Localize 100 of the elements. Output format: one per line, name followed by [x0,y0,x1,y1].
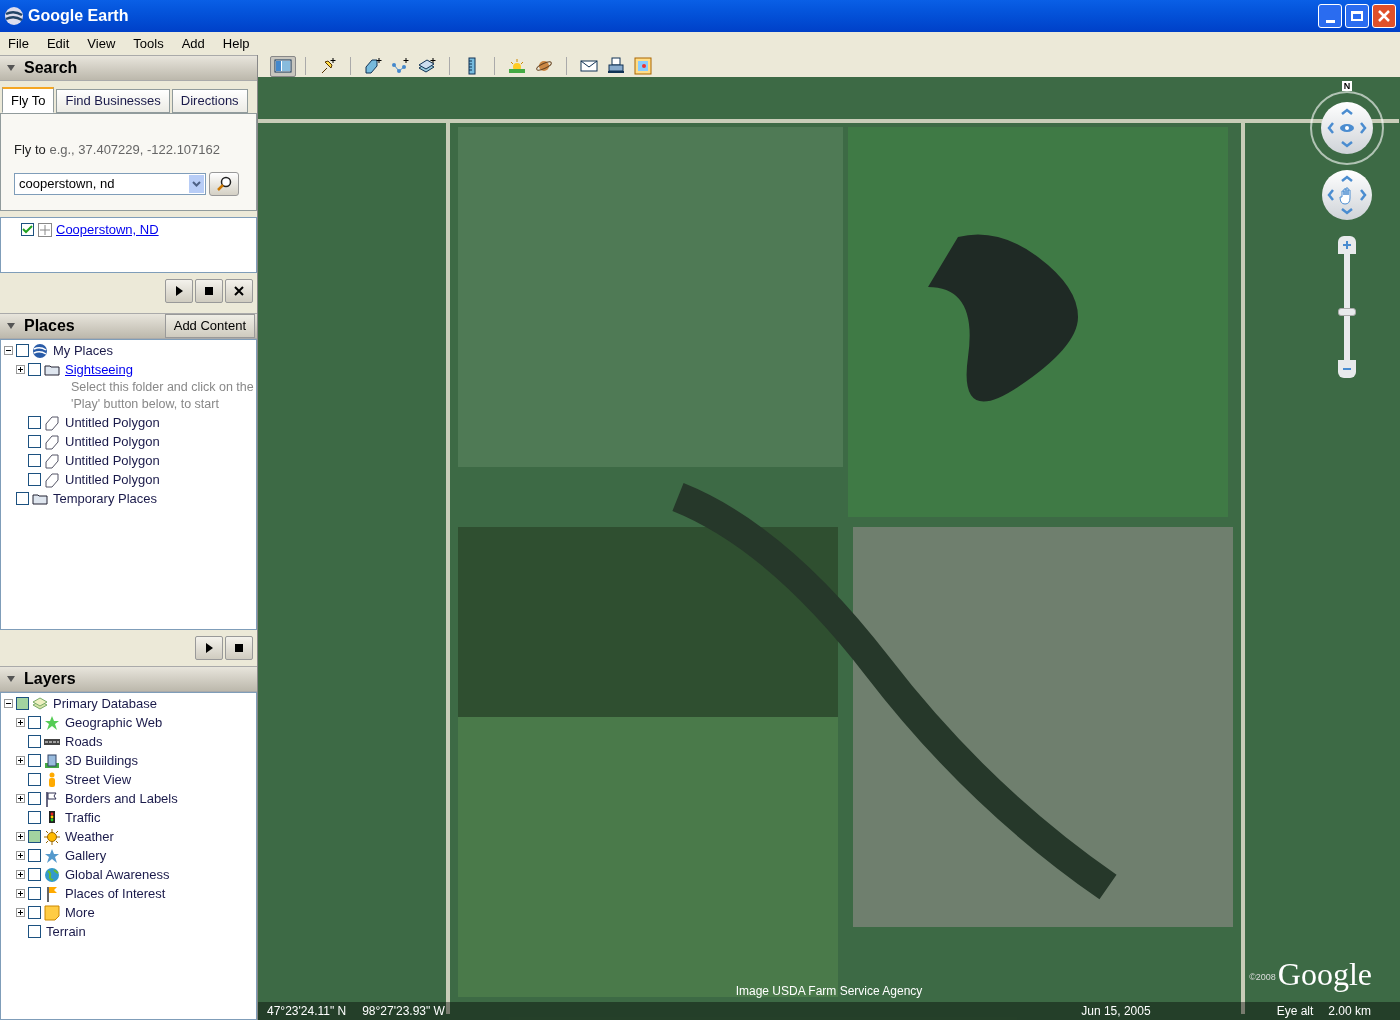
search-input[interactable]: cooperstown, nd [15,173,189,194]
expand-toggle[interactable] [16,870,25,879]
window-title: Google Earth [28,6,129,26]
zoom-slider[interactable] [1338,236,1356,378]
stop-button[interactable] [195,279,223,303]
checkbox[interactable] [28,473,41,486]
menu-item[interactable]: Help [222,33,250,54]
panel-title: Layers [24,669,76,689]
tree-item-label[interactable]: Street View [65,769,132,790]
tree-item-label[interactable]: Terrain [46,921,86,942]
checkbox[interactable] [16,344,29,357]
menu-item[interactable]: Add [181,33,205,54]
collapse-triangle-icon[interactable] [6,675,16,683]
sidebar-icon [274,57,292,75]
eye-icon [1325,106,1369,150]
path-icon [391,57,409,75]
tree-item-label[interactable]: Untitled Polygon [65,412,160,433]
eye-alt-value: 2.00 km [1328,1003,1371,1020]
eye-alt-label: Eye alt [1276,1003,1314,1020]
checkbox[interactable] [28,416,41,429]
printer-icon [607,57,625,75]
tree-item-label[interactable]: Untitled Polygon [65,450,160,471]
fly-to-hint: Fly to e.g., 37.407229, -122.107162 [14,141,221,159]
tree-item-label[interactable]: My Places [53,340,113,361]
checkbox[interactable] [28,811,41,824]
menu-item[interactable]: Tools [133,33,164,54]
tree-item-label[interactable]: Primary Database [53,693,158,714]
minimize-button[interactable] [1318,4,1342,28]
menu-item[interactable]: File [8,33,29,54]
search-tab[interactable]: Directions [171,89,248,113]
tree-item-label[interactable]: Global Awareness [65,864,170,885]
play-button[interactable] [195,636,223,660]
expand-toggle[interactable] [16,756,25,765]
result-link[interactable]: Cooperstown, ND [56,220,159,240]
tree-item-label[interactable]: Traffic [65,807,101,828]
star-icon [44,714,60,731]
star-icon [44,847,60,864]
tree-item-label[interactable]: Places of Interest [65,883,166,904]
polygon-icon [44,471,60,488]
search-tab[interactable]: Fly To [2,87,55,113]
look-control[interactable] [1310,91,1384,165]
stop-button[interactable] [225,636,253,660]
tree-item-label[interactable]: Roads [65,731,103,752]
expand-toggle[interactable] [16,365,25,374]
expand-toggle[interactable] [16,794,25,803]
tree-item-label[interactable]: Geographic Web [65,712,163,733]
add-content-button[interactable]: Add Content [164,314,255,338]
tree-item-label[interactable]: Weather [65,826,114,847]
checkbox[interactable] [28,363,41,376]
close-button[interactable] [225,279,253,303]
tree-item-label[interactable]: Untitled Polygon [65,469,160,490]
tree-item-label[interactable]: Temporary Places [53,488,158,509]
menu-item[interactable]: View [87,33,116,54]
checkbox[interactable] [28,830,41,843]
checkbox[interactable] [28,887,41,900]
expand-toggle[interactable] [16,832,25,841]
checkbox[interactable] [28,754,41,767]
tree-item-label[interactable]: 3D Buildings [65,750,138,771]
minimize-icon [1325,20,1335,23]
checkbox[interactable] [28,906,41,919]
copyright-text: ©2008 [1249,970,1276,984]
stop-icon [234,643,244,653]
collapse-triangle-icon[interactable] [6,322,16,330]
menu-item[interactable]: Edit [46,33,70,54]
checkbox[interactable] [16,492,29,505]
tree-item-label[interactable]: Untitled Polygon [65,431,160,452]
tree-item-label[interactable]: More [65,902,95,923]
folder-link[interactable]: Sightseeing [65,359,133,380]
checkbox[interactable] [28,925,41,938]
expand-toggle[interactable] [16,718,25,727]
checkbox[interactable] [28,868,41,881]
checkbox[interactable] [28,454,41,467]
note-icon [44,904,60,921]
checkbox[interactable] [28,735,41,748]
checkbox[interactable] [21,223,34,237]
flag-icon [44,885,60,902]
zoom-slider-thumb[interactable] [1338,308,1356,317]
collapse-triangle-icon[interactable] [6,64,16,72]
collapse-toggle[interactable] [4,699,13,708]
checkbox[interactable] [28,849,41,862]
tree-item-label[interactable]: Gallery [65,845,107,866]
checkbox[interactable] [28,716,41,729]
expand-toggle[interactable] [16,851,25,860]
envelope-icon [580,57,598,75]
checkbox[interactable] [28,792,41,805]
expand-toggle[interactable] [16,889,25,898]
maximize-icon [1351,11,1363,21]
checkbox[interactable] [16,697,29,710]
play-button[interactable] [165,279,193,303]
search-button[interactable] [209,171,239,196]
globe-icon [44,866,60,883]
search-combobox[interactable]: cooperstown, nd [14,172,206,195]
tree-item-label[interactable]: Borders and Labels [65,788,178,809]
checkbox[interactable] [28,435,41,448]
search-tab[interactable]: Find Businesses [56,89,170,113]
maximize-button[interactable] [1345,4,1369,28]
expand-toggle[interactable] [16,908,25,917]
collapse-toggle[interactable] [4,346,13,355]
checkbox[interactable] [28,773,41,786]
move-control[interactable] [1322,170,1372,220]
